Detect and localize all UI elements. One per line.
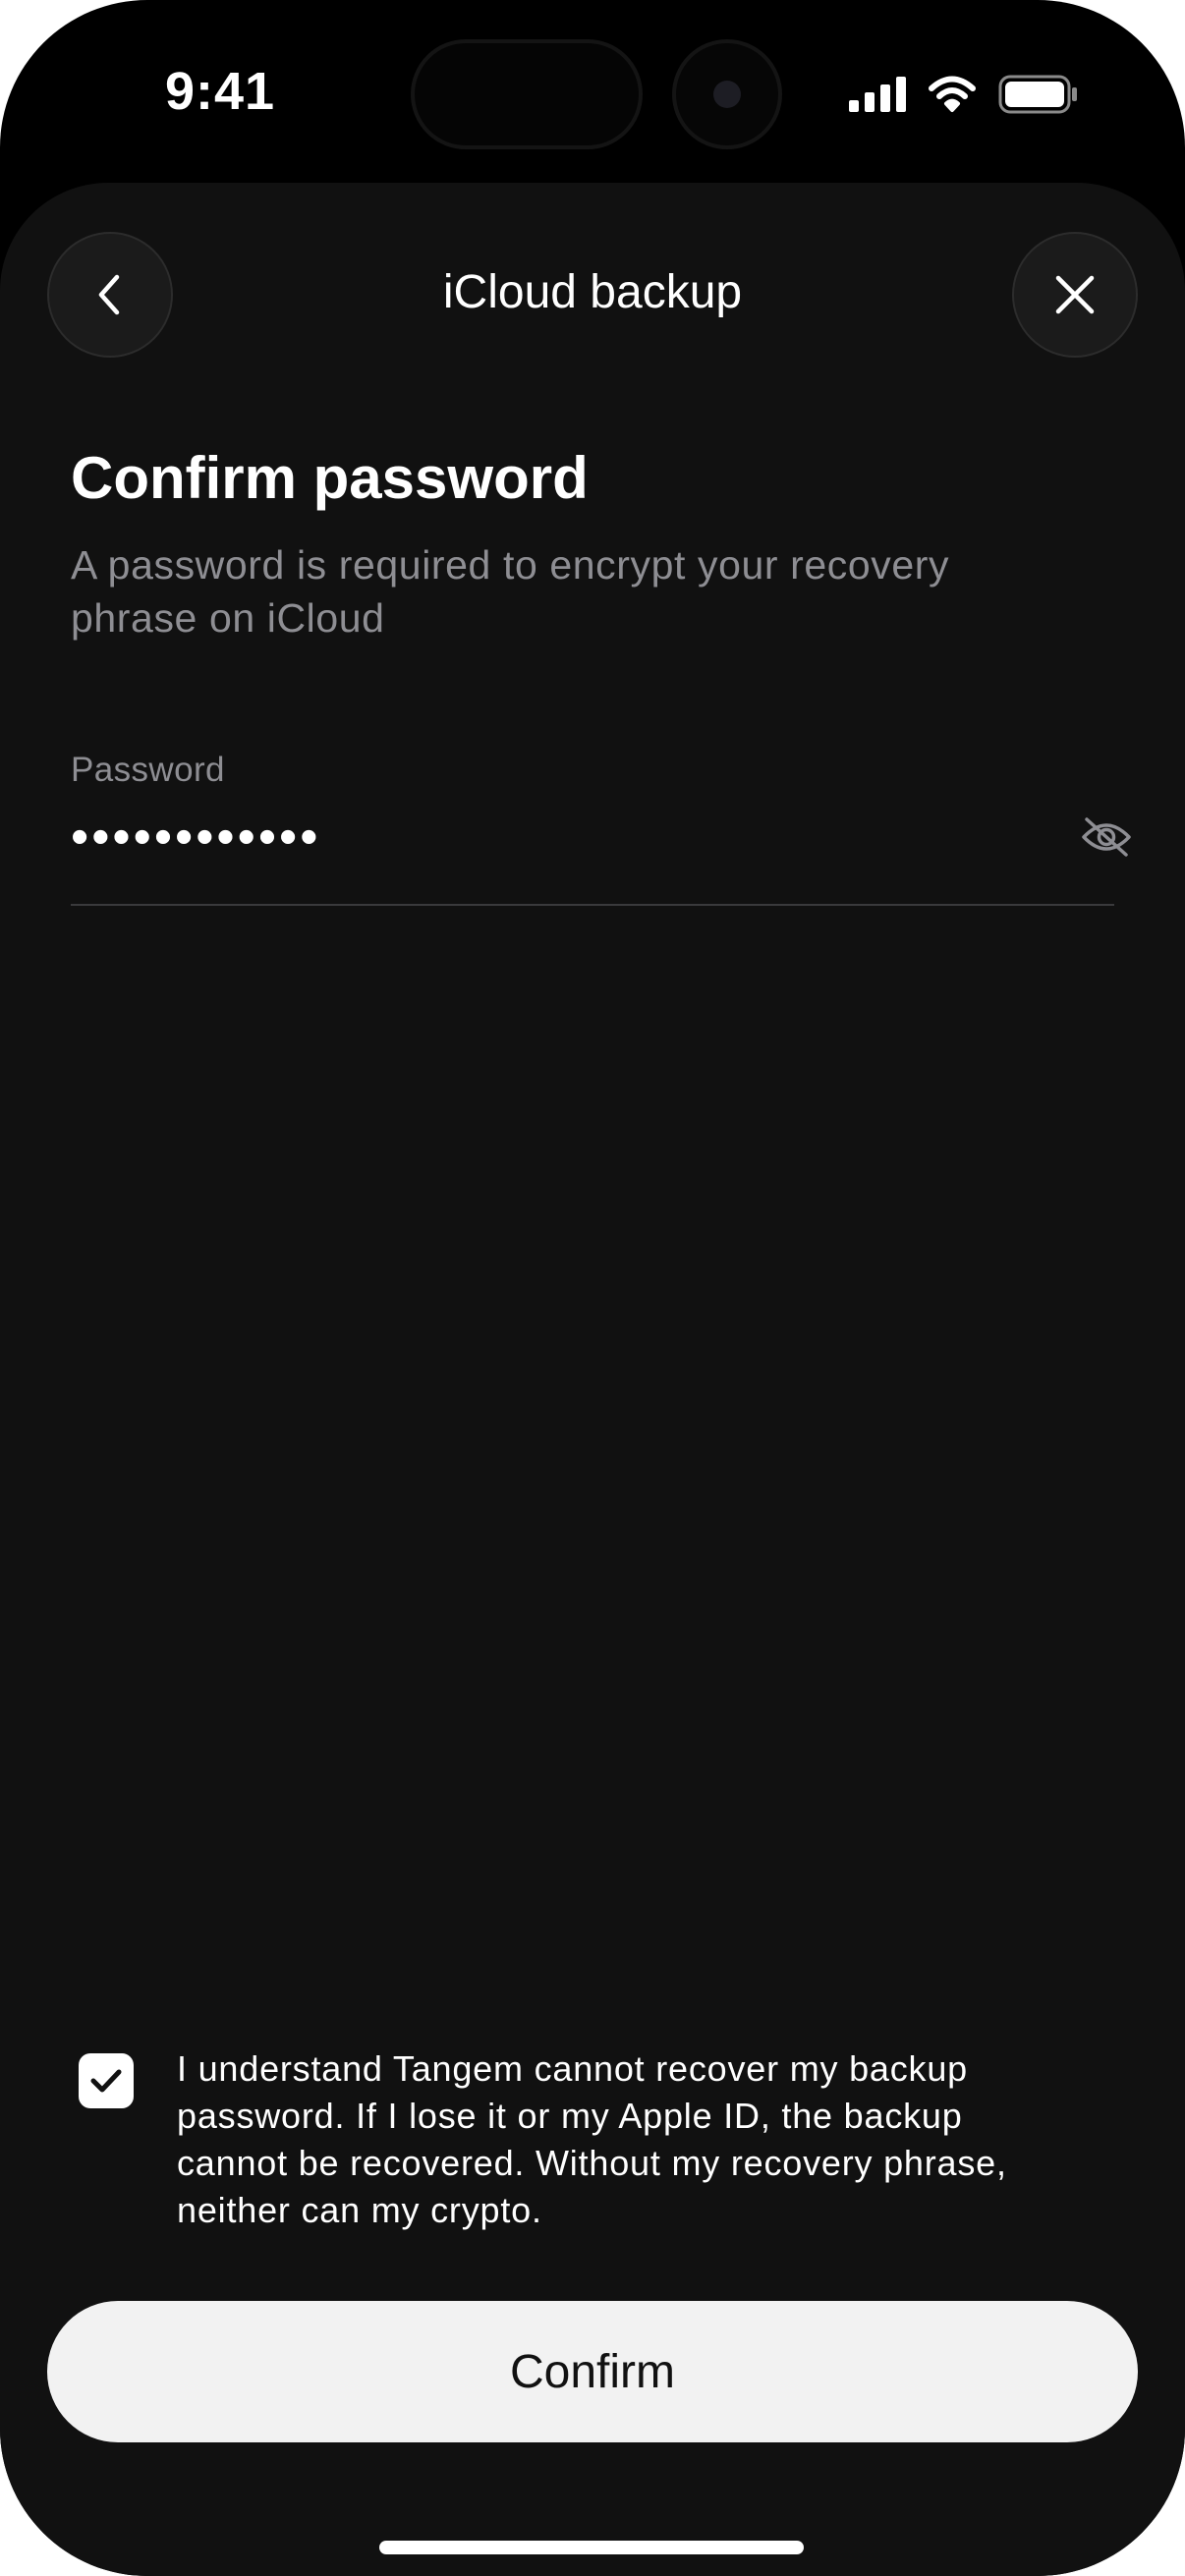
front-camera xyxy=(672,39,782,149)
dynamic-island xyxy=(411,39,643,149)
checkmark-icon xyxy=(90,2069,122,2093)
close-button[interactable] xyxy=(1012,232,1138,358)
page-title: Confirm password xyxy=(71,445,589,511)
cellular-signal-icon xyxy=(849,77,906,112)
confirm-button-label: Confirm xyxy=(509,2345,676,2398)
consent-checkbox[interactable] xyxy=(79,2053,134,2108)
close-icon xyxy=(1055,275,1095,314)
password-field-underline xyxy=(71,904,1114,906)
password-field-label: Password xyxy=(71,751,225,789)
status-time: 9:41 xyxy=(165,62,276,121)
home-indicator xyxy=(379,2541,804,2554)
battery-icon xyxy=(998,75,1077,114)
status-icons xyxy=(849,73,1079,116)
password-field[interactable]: •••••••••••• xyxy=(71,808,320,867)
confirm-button[interactable]: Confirm xyxy=(47,2301,1138,2442)
consent-text: I understand Tangem cannot recover my ba… xyxy=(177,2048,1007,2230)
phone-screen: 9:41 iCloud backup Confirm password A pa… xyxy=(0,0,1185,2576)
wifi-icon xyxy=(929,76,976,112)
nav-title: iCloud backup xyxy=(442,266,743,318)
eye-slash-icon xyxy=(1082,817,1131,857)
backup-sheet: iCloud backup Confirm password A passwor… xyxy=(0,183,1185,2576)
toggle-password-visibility-button[interactable] xyxy=(1075,806,1138,868)
page-subtitle: A password is required to encrypt your r… xyxy=(71,542,950,641)
